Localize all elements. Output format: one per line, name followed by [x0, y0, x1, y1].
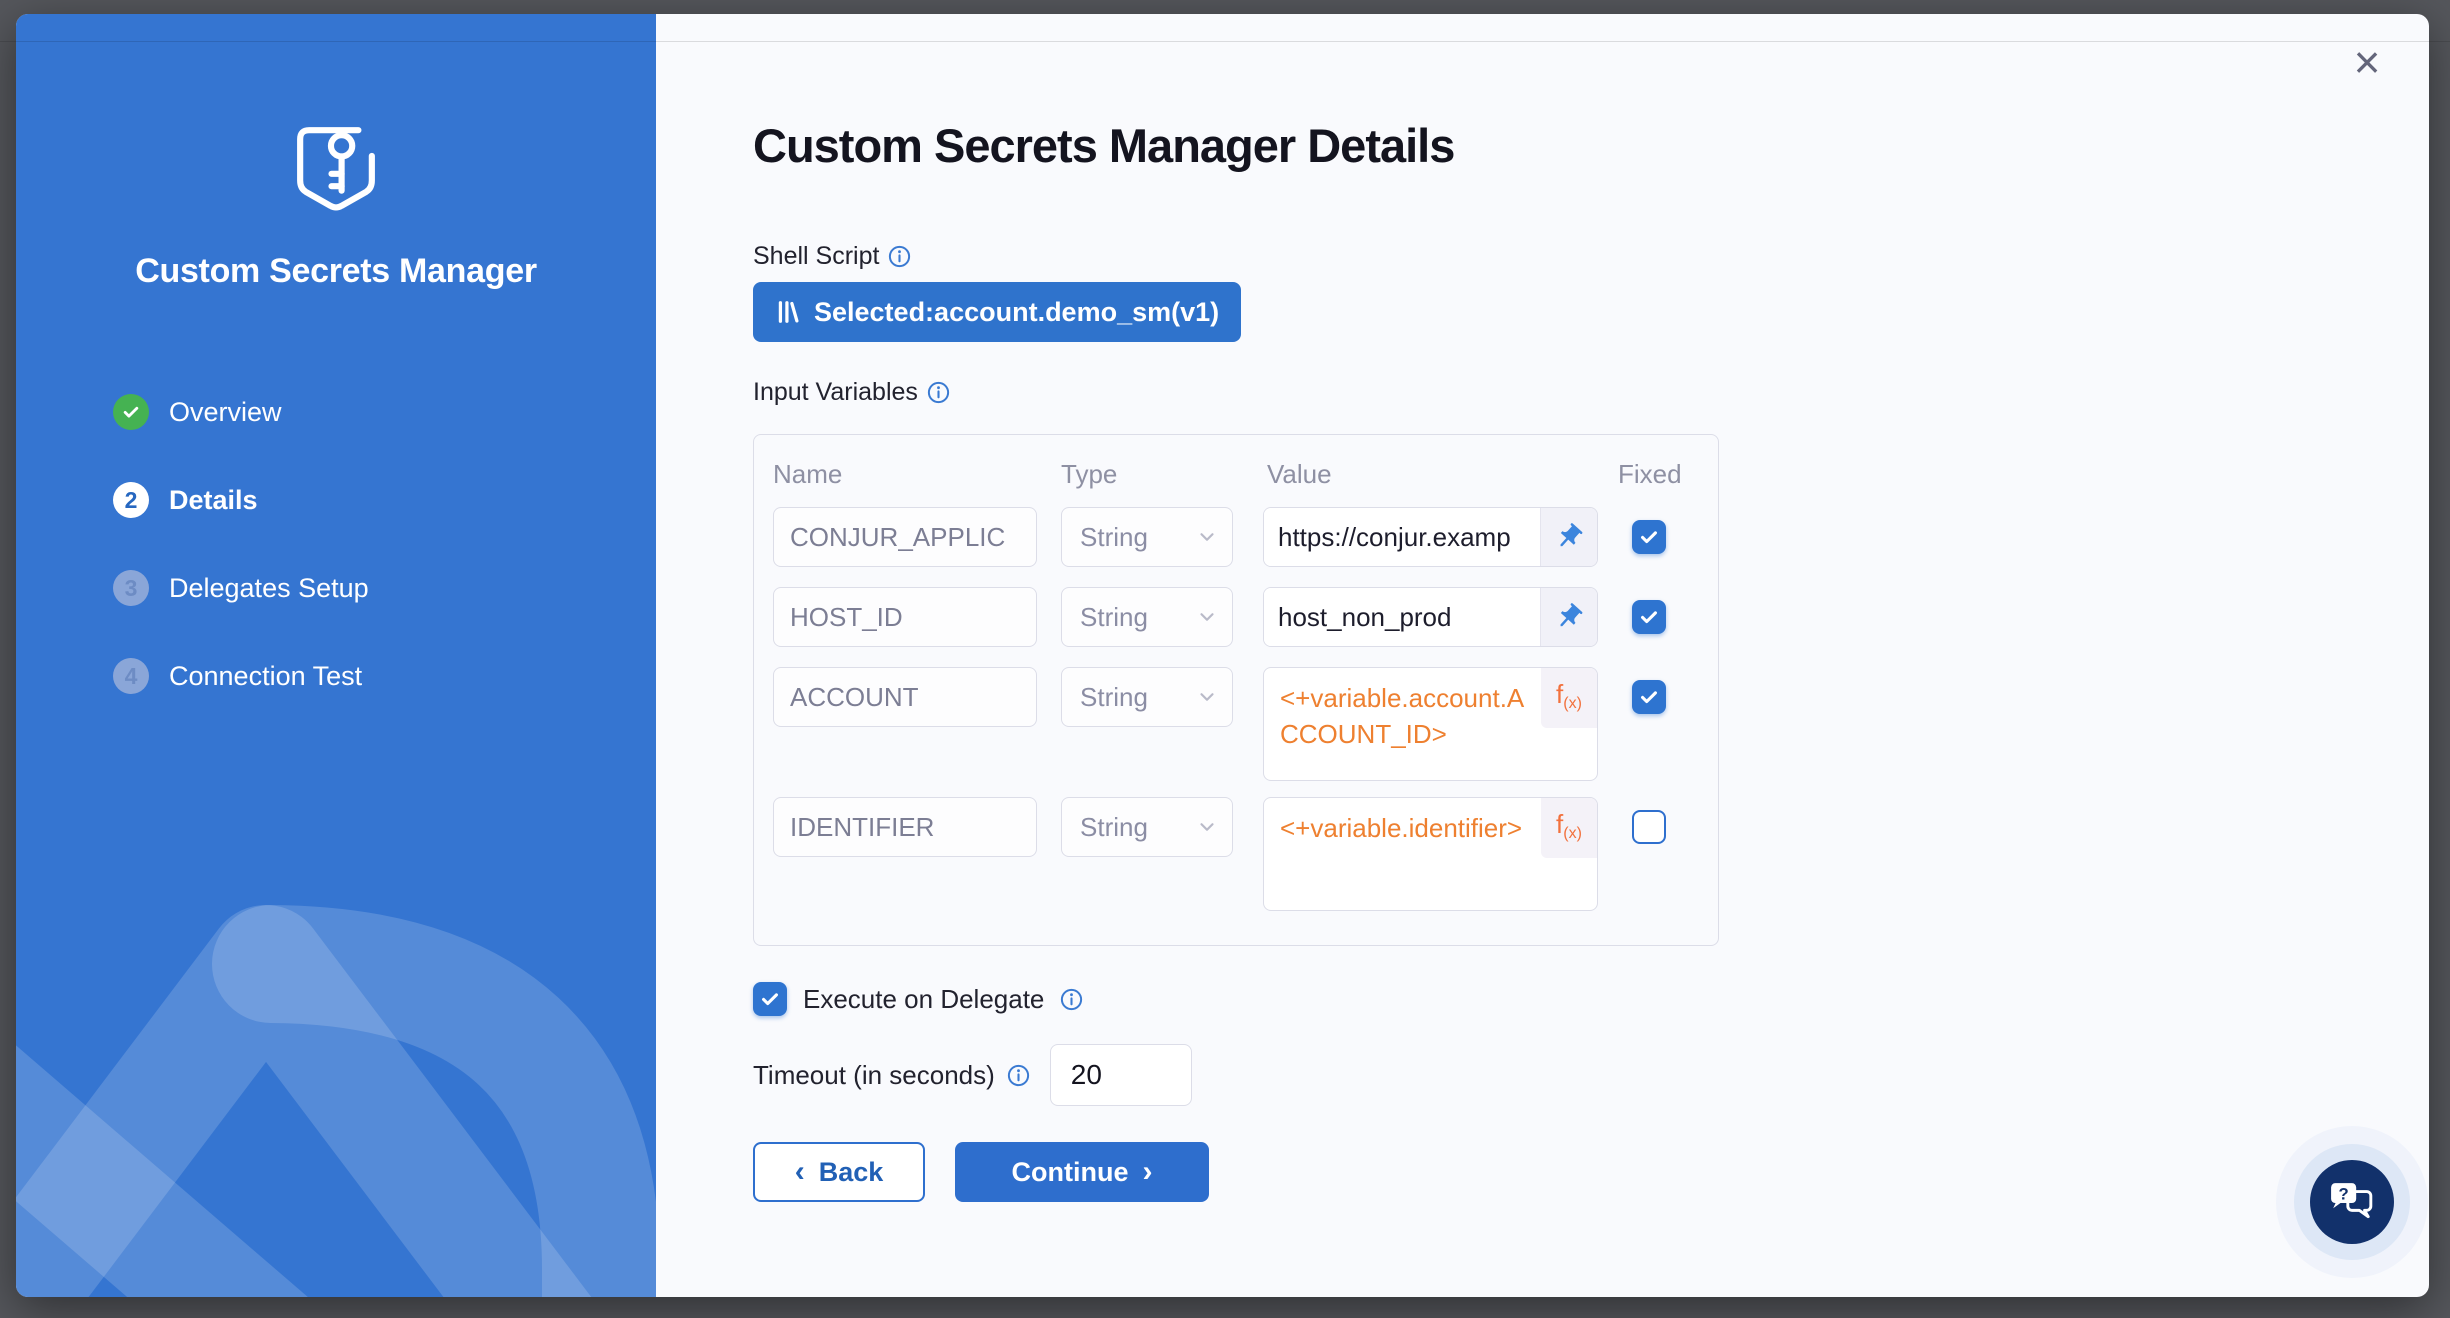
chevron-down-icon — [1196, 606, 1218, 628]
variable-name-input[interactable] — [773, 797, 1037, 857]
info-icon[interactable] — [927, 381, 950, 404]
fx-expression-icon[interactable]: f(x) — [1541, 798, 1597, 858]
fx-expression-icon[interactable]: f(x) — [1541, 668, 1597, 728]
variable-expression-value[interactable]: f(x) <+variable.account.ACCOUNT_ID> — [1263, 667, 1598, 781]
variable-type-select[interactable]: String — [1061, 587, 1233, 647]
step-details[interactable]: 2 Details — [113, 478, 369, 522]
step-number-badge: 4 — [113, 658, 149, 694]
shell-script-label-row: Shell Script — [753, 242, 911, 271]
chat-question-icon: ? — [2329, 1181, 2375, 1223]
input-variables-table: Name Type Value Fixed String — [753, 434, 1719, 946]
variable-type-select[interactable]: String — [1061, 667, 1233, 727]
sidebar-title: Custom Secrets Manager — [16, 252, 656, 291]
wizard-sidebar: Custom Secrets Manager Overview 2 Detail… — [16, 14, 656, 1297]
execute-on-delegate-label: Execute on Delegate — [803, 984, 1044, 1015]
variable-type-select[interactable]: String — [1061, 797, 1233, 857]
custom-secrets-manager-wizard-modal: Custom Secrets Manager Overview 2 Detail… — [16, 14, 2429, 1297]
back-button-label: Back — [819, 1157, 884, 1188]
table-row: String f(x) <+variable.identifier> — [773, 797, 1718, 857]
pin-fixed-value-icon[interactable] — [1540, 588, 1597, 646]
column-header-name: Name — [773, 459, 842, 490]
continue-button[interactable]: Continue › — [955, 1142, 1209, 1202]
close-icon[interactable]: × — [2341, 36, 2393, 88]
column-header-value: Value — [1267, 459, 1332, 490]
expression-text: <+variable.account.ACCOUNT_ID> — [1280, 683, 1524, 749]
input-variables-label-row: Input Variables — [753, 378, 950, 407]
fixed-checkbox[interactable] — [1632, 680, 1666, 714]
page-backdrop: Custom Secrets Manager Overview 2 Detail… — [0, 0, 2450, 1318]
step-label: Details — [169, 485, 258, 516]
variable-value-input[interactable] — [1264, 508, 1540, 566]
script-library-icon — [775, 299, 801, 325]
help-chat-button[interactable]: ? — [2310, 1160, 2394, 1244]
variable-expression-value[interactable]: f(x) <+variable.identifier> — [1263, 797, 1598, 911]
info-icon[interactable] — [1007, 1064, 1030, 1087]
chevron-down-icon — [1196, 686, 1218, 708]
step-label: Connection Test — [169, 661, 362, 692]
timeout-label: Timeout (in seconds) — [753, 1060, 995, 1091]
svg-text:?: ? — [2339, 1184, 2349, 1203]
fixed-checkbox[interactable] — [1632, 810, 1666, 844]
input-variables-label: Input Variables — [753, 378, 918, 407]
step-complete-check-icon — [113, 394, 149, 430]
continue-button-label: Continue — [1012, 1157, 1129, 1188]
type-select-value: String — [1080, 812, 1148, 843]
shell-script-label: Shell Script — [753, 242, 879, 271]
info-icon[interactable] — [888, 245, 911, 268]
column-header-fixed: Fixed — [1618, 459, 1682, 490]
wizard-steps: Overview 2 Details 3 Delegates Setup 4 C… — [113, 390, 369, 742]
variable-name-input[interactable] — [773, 587, 1037, 647]
chevron-left-icon: ‹ — [795, 1157, 805, 1187]
step-delegates-setup[interactable]: 3 Delegates Setup — [113, 566, 369, 610]
execute-on-delegate-row: Execute on Delegate — [753, 982, 1083, 1016]
pin-fixed-value-icon[interactable] — [1540, 508, 1597, 566]
shell-script-selected-button[interactable]: Selected:account.demo_sm(v1) — [753, 282, 1241, 342]
type-select-value: String — [1080, 602, 1148, 633]
timeout-row: Timeout (in seconds) — [753, 1044, 1192, 1106]
fixed-checkbox[interactable] — [1632, 600, 1666, 634]
variable-name-input[interactable] — [773, 667, 1037, 727]
wizard-nav-buttons: ‹ Back Continue › — [753, 1142, 1209, 1202]
variable-value-group — [1263, 507, 1598, 567]
table-row: String — [773, 587, 1718, 647]
fixed-checkbox[interactable] — [1632, 520, 1666, 554]
secrets-manager-shield-key-icon — [280, 110, 392, 228]
selected-script-label: Selected:account.demo_sm(v1) — [814, 297, 1219, 328]
variable-value-input[interactable] — [1264, 588, 1540, 646]
step-connection-test[interactable]: 4 Connection Test — [113, 654, 369, 698]
type-select-value: String — [1080, 682, 1148, 713]
step-overview[interactable]: Overview — [113, 390, 369, 434]
variable-value-group — [1263, 587, 1598, 647]
expression-text: <+variable.identifier> — [1280, 813, 1522, 843]
type-select-value: String — [1080, 522, 1148, 553]
step-number-badge: 3 — [113, 570, 149, 606]
table-row: String f(x)<+variable.account.ACCOUNT_ID… — [773, 667, 1718, 727]
step-label: Overview — [169, 397, 282, 428]
back-button[interactable]: ‹ Back — [753, 1142, 925, 1202]
variable-name-input[interactable] — [773, 507, 1037, 567]
execute-on-delegate-checkbox[interactable] — [753, 982, 787, 1016]
chevron-right-icon: › — [1142, 1157, 1152, 1187]
variable-type-select[interactable]: String — [1061, 507, 1233, 567]
step-number-badge: 2 — [113, 482, 149, 518]
page-title: Custom Secrets Manager Details — [753, 118, 1454, 173]
column-header-type: Type — [1061, 459, 1117, 490]
timeout-input[interactable] — [1050, 1044, 1192, 1106]
table-row: String — [773, 507, 1718, 567]
info-icon[interactable] — [1060, 988, 1083, 1011]
chevron-down-icon — [1196, 526, 1218, 548]
chevron-down-icon — [1196, 816, 1218, 838]
step-label: Delegates Setup — [169, 573, 369, 604]
